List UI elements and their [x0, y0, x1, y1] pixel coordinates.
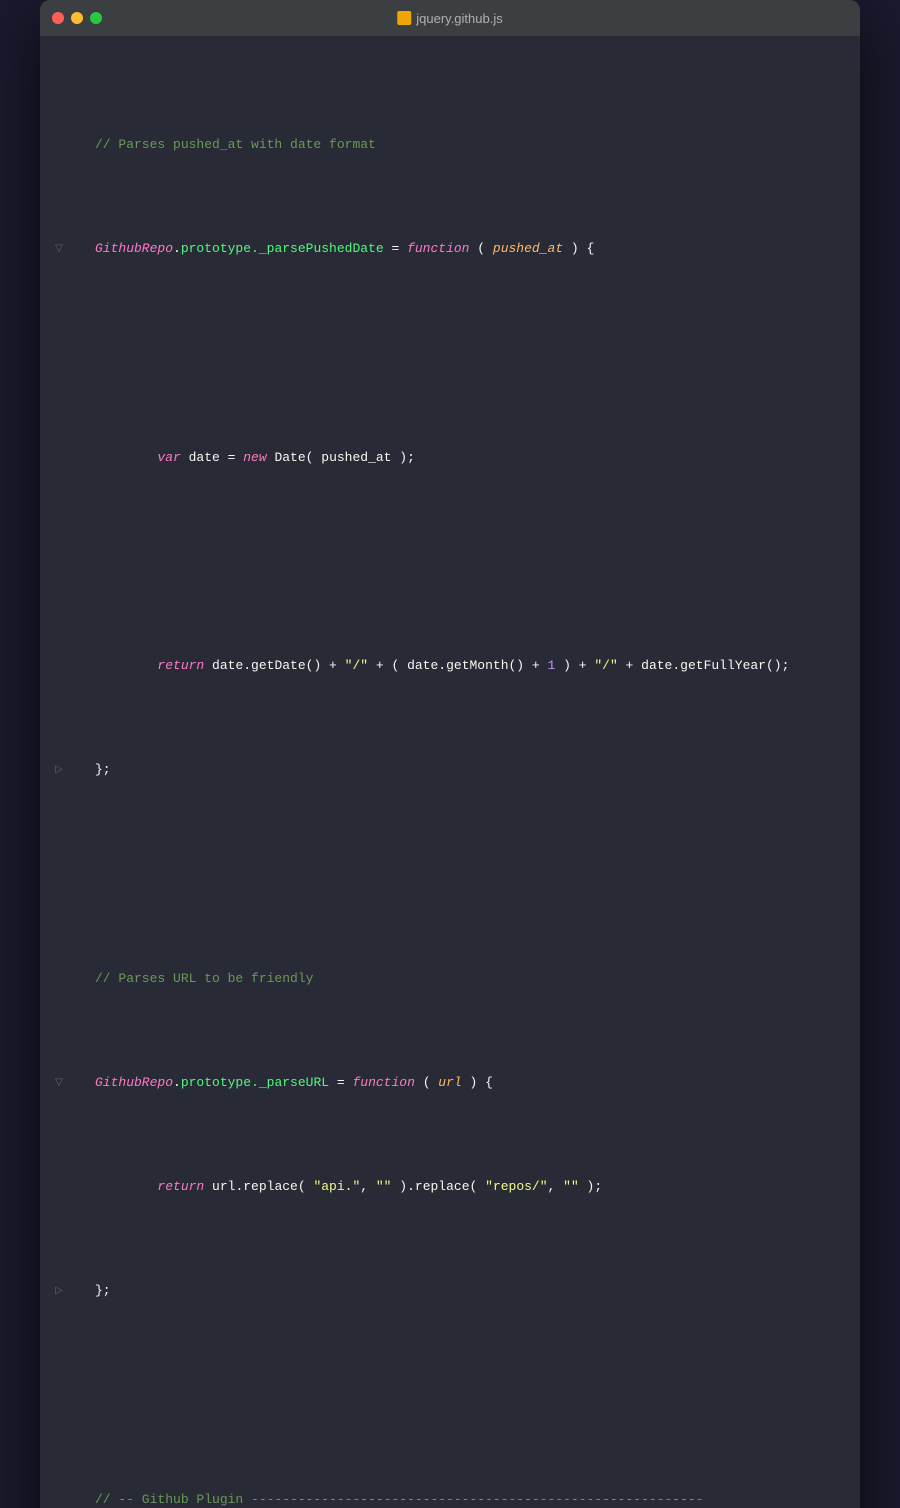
maximize-button[interactable]	[90, 12, 102, 24]
code-line-10: ▽ GithubRepo.prototype._parseURL = funct…	[95, 1073, 840, 1094]
code-method2: prototype._parseURL	[181, 1073, 329, 1094]
code-line-7: ▷ };	[95, 760, 840, 781]
fold-icon[interactable]: ▽	[53, 242, 65, 258]
code-editor[interactable]: // Parses pushed_at with date format ▽ G…	[40, 36, 860, 1508]
fold-icon-4[interactable]: ▷	[53, 1284, 65, 1300]
titlebar: jquery.github.js	[40, 0, 860, 36]
code-str-empty: ""	[376, 1177, 392, 1198]
minimize-button[interactable]	[71, 12, 83, 24]
code-line-2: ▽ GithubRepo.prototype._parsePushedDate …	[95, 239, 840, 260]
code-line-3	[95, 344, 840, 365]
code-plain: .	[173, 239, 181, 260]
window-title: jquery.github.js	[397, 11, 502, 26]
code-new: new	[243, 448, 266, 469]
code-line-6: return date.getDate() + "/" + ( date.get…	[95, 656, 840, 677]
code-num: 1	[548, 656, 556, 677]
code-content[interactable]: // Parses pushed_at with date format ▽ G…	[40, 48, 860, 1508]
fold-icon-2[interactable]: ▷	[53, 763, 65, 779]
code-return-kw2: return	[157, 1177, 204, 1198]
code-line-1: // Parses pushed_at with date format	[95, 135, 840, 156]
code-comment: // Parses pushed_at with date format	[95, 135, 376, 156]
code-line-11: return url.replace( "api.", "" ).replace…	[95, 1177, 840, 1198]
code-param: pushed_at	[493, 239, 563, 260]
code-method: prototype._parsePushedDate	[181, 239, 384, 260]
code-line-12: ▷ };	[95, 1281, 840, 1302]
code-operator: =	[384, 239, 407, 260]
code-comment-plugin: // -- Github Plugin --------------------…	[95, 1490, 704, 1508]
fold-icon-3[interactable]: ▽	[53, 1076, 65, 1092]
code-var: var	[157, 448, 180, 469]
code-return-kw: return	[157, 656, 204, 677]
traffic-lights	[52, 12, 102, 24]
code-plain3: ) {	[563, 239, 594, 260]
code-prototype2: GithubRepo	[95, 1073, 173, 1094]
code-string-slash2: "/"	[594, 656, 617, 677]
code-str-repos: "repos/"	[485, 1177, 547, 1198]
code-prototype: GithubRepo	[95, 239, 173, 260]
code-comment-url: // Parses URL to be friendly	[95, 969, 313, 990]
code-plain2: (	[470, 239, 493, 260]
code-str-empty2: ""	[563, 1177, 579, 1198]
close-button[interactable]	[52, 12, 64, 24]
code-param-url: url	[438, 1073, 461, 1094]
code-line-8	[95, 865, 840, 886]
code-string-slash: "/"	[345, 656, 368, 677]
code-line-9: // Parses URL to be friendly	[95, 969, 840, 990]
editor-window: jquery.github.js // Parses pushed_at wit…	[40, 0, 860, 1508]
code-line-4: var date = new Date( pushed_at );	[95, 448, 840, 469]
title-text: jquery.github.js	[416, 11, 502, 26]
code-line-5	[95, 552, 840, 573]
code-keyword-function: function	[407, 239, 469, 260]
code-line-13	[95, 1385, 840, 1406]
code-kw-func2: function	[352, 1073, 414, 1094]
code-str-api: "api."	[313, 1177, 360, 1198]
code-line-14: // -- Github Plugin --------------------…	[95, 1490, 840, 1508]
